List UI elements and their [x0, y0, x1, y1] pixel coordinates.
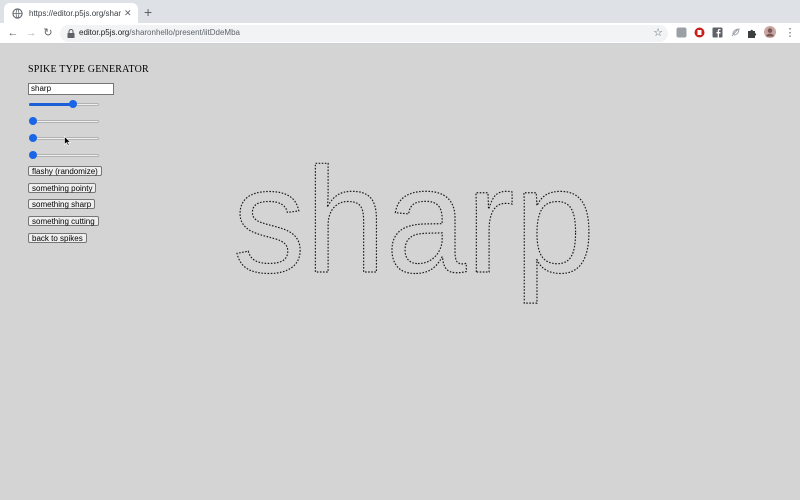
slider-track: [29, 154, 99, 157]
extension-icon-1[interactable]: [676, 27, 687, 38]
something-sharp-button[interactable]: something sharp: [28, 199, 96, 209]
slider-thumb[interactable]: [69, 100, 78, 108]
menu-dots-icon[interactable]: ⋮: [783, 26, 797, 40]
something-pointy-button[interactable]: something pointy: [28, 183, 97, 193]
address-bar[interactable]: editor.p5js.org/sharonhello/present/iitD…: [60, 25, 668, 42]
back-arrow-icon[interactable]: ←: [6, 26, 20, 40]
lock-icon: [67, 29, 75, 38]
star-icon[interactable]: ☆: [653, 26, 663, 39]
slider-track: [29, 120, 99, 123]
slider-2[interactable]: [29, 117, 99, 125]
close-icon[interactable]: ✕: [124, 8, 132, 19]
flashy-randomize-button[interactable]: flashy (randomize): [28, 166, 102, 176]
text-input[interactable]: [28, 83, 114, 95]
slider-thumb[interactable]: [29, 117, 37, 125]
reload-icon[interactable]: ↻: [41, 26, 55, 40]
facebook-icon[interactable]: [712, 27, 723, 38]
forward-arrow-icon[interactable]: →: [24, 26, 38, 40]
globe-icon: [12, 7, 23, 19]
slider-thumb[interactable]: [29, 151, 37, 159]
profile-avatar[interactable]: [764, 26, 776, 38]
something-cutting-button[interactable]: something cutting: [28, 216, 99, 226]
url-path: /sharonhello/present/iitDdeMba: [129, 28, 240, 37]
url-text: editor.p5js.org/sharonhello/present/iitD…: [79, 28, 240, 37]
puzzle-icon[interactable]: [747, 27, 758, 38]
feather-icon[interactable]: [730, 27, 741, 38]
plus-icon[interactable]: +: [144, 4, 152, 20]
extension-icon-2[interactable]: [694, 27, 705, 38]
back-to-spikes-button[interactable]: back to spikes: [28, 233, 87, 243]
spike-artwork: sharp: [232, 150, 595, 305]
mouse-cursor-icon: [64, 136, 71, 146]
slider-fill: [29, 103, 74, 106]
page-title: SPIKE TYPE GENERATOR: [28, 64, 149, 75]
tab-title: https://editor.p5js.org/sharonhello/pres…: [29, 8, 121, 18]
browser-tabstrip: https://editor.p5js.org/sharonhello/pres…: [0, 0, 800, 23]
slider-4[interactable]: [29, 151, 99, 159]
url-host: editor.p5js.org: [79, 28, 130, 37]
slider-1[interactable]: [29, 100, 99, 108]
slider-thumb[interactable]: [29, 134, 37, 142]
browser-tab[interactable]: https://editor.p5js.org/sharonhello/pres…: [4, 3, 138, 23]
browser-toolbar: ← → ↻ editor.p5js.org/sharonhello/presen…: [0, 23, 800, 44]
artwork-text: sharp: [233, 150, 595, 304]
